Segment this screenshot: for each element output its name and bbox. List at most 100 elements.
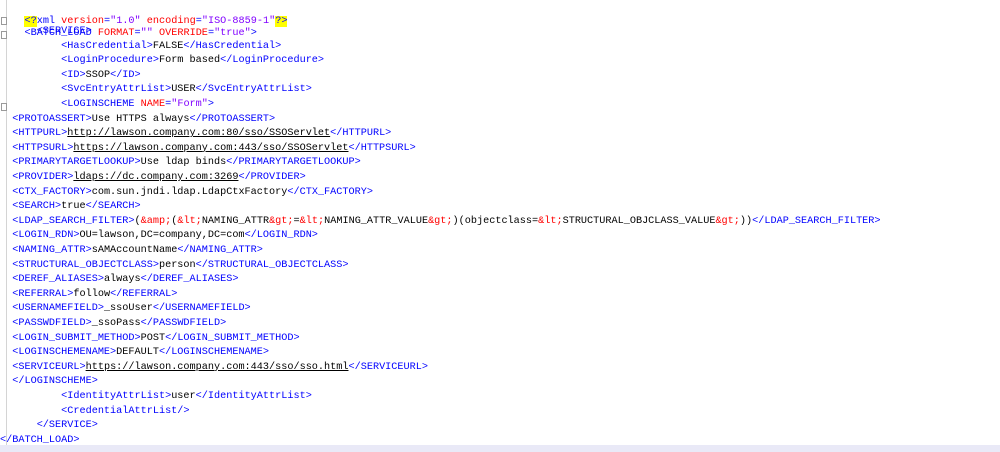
code-line[interactable]: <HTTPURL>http://lawson.company.com:80/ss… bbox=[0, 127, 1000, 141]
xml-entity: &amp; bbox=[140, 215, 172, 227]
xml-tag: <LOGIN_RDN> bbox=[12, 230, 80, 242]
code-line[interactable]: <LOGIN_RDN>OU=lawson,DC=company,DC=com</… bbox=[0, 229, 1000, 243]
code-line[interactable]: <CTX_FACTORY>com.sun.jndi.ldap.LdapCtxFa… bbox=[0, 186, 1000, 200]
code-line[interactable]: <SEARCH>true</SEARCH> bbox=[0, 200, 1000, 214]
xml-tag: <USERNAMEFIELD> bbox=[12, 303, 104, 315]
code-line[interactable]: <LDAP_SEARCH_FILTER>(&amp;(&lt;NAMING_AT… bbox=[0, 215, 1000, 229]
text-content: Use HTTPS always bbox=[91, 113, 190, 125]
code-line[interactable]: </SERVICE> bbox=[0, 419, 1000, 433]
xml-tag: <LOGINSCHEMENAME> bbox=[12, 347, 117, 359]
url-link[interactable]: https://lawson.company.com:443/sso/SSOSe… bbox=[73, 143, 348, 154]
xml-tag: <HTTPSURL> bbox=[12, 142, 74, 154]
xml-entity: &gt; bbox=[428, 215, 453, 227]
xml-tag: <CTX_FACTORY> bbox=[12, 186, 92, 198]
xml-tag: <PROTOASSERT> bbox=[12, 113, 92, 125]
text-content: Use ldap binds bbox=[140, 157, 227, 169]
code-line[interactable]: <REFERRAL>follow</REFERRAL> bbox=[0, 288, 1000, 302]
xml-tag: <LDAP_SEARCH_FILTER> bbox=[12, 215, 135, 227]
code-line[interactable]: <HasCredential>FALSE</HasCredential> bbox=[0, 40, 1000, 54]
xml-tag: </LOGINSCHEME> bbox=[12, 376, 98, 388]
code-line[interactable]: <LOGIN_SUBMIT_METHOD>POST</LOGIN_SUBMIT_… bbox=[0, 332, 1000, 346]
code-line[interactable]: <PROTOASSERT>Use HTTPS always</PROTOASSE… bbox=[0, 113, 1000, 127]
text-content: NAMING_ATTR_VALUE bbox=[324, 215, 429, 227]
xml-entity: &lt; bbox=[538, 215, 563, 227]
text-content: always bbox=[103, 274, 141, 286]
text-content: NAMING_ATTR bbox=[201, 215, 270, 227]
code-line[interactable]: <ID>SSOP</ID> bbox=[0, 69, 1000, 83]
xml-tag: </LDAP_SEARCH_FILTER> bbox=[752, 215, 881, 227]
code-line[interactable]: <LoginProcedure>Form based</LoginProcedu… bbox=[0, 54, 1000, 68]
xml-tag: <LOGIN_SUBMIT_METHOD> bbox=[12, 332, 141, 344]
xml-entity: &lt; bbox=[177, 215, 202, 227]
code-line[interactable]: <NAMING_ATTR>sAMAccountName</NAMING_ATTR… bbox=[0, 244, 1000, 258]
text-content: DEFAULT bbox=[116, 347, 159, 359]
text-content: true bbox=[61, 201, 86, 213]
xml-tag: <REFERRAL> bbox=[12, 288, 74, 300]
text-content: com.sun.jndi.ldap.LdapCtxFactory bbox=[91, 186, 288, 198]
url-link[interactable]: https://lawson.company.com:443/sso/sso.h… bbox=[86, 362, 349, 373]
text-content: Form based bbox=[158, 55, 221, 67]
url-link[interactable]: ldaps://dc.company.com:3269 bbox=[73, 172, 238, 183]
xml-tag: </LOGIN_SUBMIT_METHOD> bbox=[165, 332, 300, 344]
text-content: person bbox=[158, 259, 196, 271]
code-line[interactable]: <CredentialAttrList/> bbox=[0, 405, 1000, 419]
code-line[interactable]: <SERVICE> bbox=[0, 25, 1000, 39]
xml-tag: </STRUCTURAL_OBJECTCLASS> bbox=[195, 259, 349, 271]
code-line[interactable]: <IdentityAttrList>user</IdentityAttrList… bbox=[0, 390, 1000, 404]
code-line[interactable]: <SvcEntryAttrList>USER</SvcEntryAttrList… bbox=[0, 83, 1000, 97]
code-line[interactable]: <DEREF_ALIASES>always</DEREF_ALIASES> bbox=[0, 273, 1000, 287]
xml-tag: <ID> bbox=[61, 69, 86, 81]
url-link[interactable]: http://lawson.company.com:80/sso/SSOServ… bbox=[67, 128, 330, 139]
xml-tag: </USERNAMEFIELD> bbox=[152, 303, 251, 315]
code-line[interactable]: <HTTPSURL>https://lawson.company.com:443… bbox=[0, 142, 1000, 156]
code-line[interactable]: <SERVICEURL>https://lawson.company.com:4… bbox=[0, 361, 1000, 375]
xml-tag: <IdentityAttrList> bbox=[61, 391, 172, 402]
text-content: _ssoUser bbox=[103, 303, 153, 315]
code-line[interactable]: <USERNAMEFIELD>_ssoUser</USERNAMEFIELD> bbox=[0, 302, 1000, 316]
xml-tag: > bbox=[207, 99, 215, 110]
xml-editor[interactable]: <?xml version="1.0" encoding="ISO-8859-1… bbox=[0, 0, 1000, 452]
text-content: _ssoPass bbox=[91, 318, 141, 329]
xml-tag: </HTTPSURL> bbox=[348, 142, 416, 154]
code-line[interactable]: <LOGINSCHEME NAME="Form"> bbox=[0, 98, 1000, 112]
xml-tag: </CTX_FACTORY> bbox=[287, 186, 373, 198]
xml-tag: </SERVICE> bbox=[36, 420, 98, 432]
attribute-name: NAME bbox=[140, 99, 166, 110]
xml-tag: </PROVIDER> bbox=[238, 172, 306, 183]
code-line[interactable]: <PASSWDFIELD>_ssoPass</PASSWDFIELD> bbox=[0, 317, 1000, 331]
xml-tag: </PROTOASSERT> bbox=[189, 113, 276, 125]
code-line[interactable]: <PRIMARYTARGETLOOKUP>Use ldap binds</PRI… bbox=[0, 156, 1000, 170]
code-line[interactable]: <PROVIDER>ldaps://dc.company.com:3269</P… bbox=[0, 171, 1000, 185]
xml-tag: </SERVICEURL> bbox=[348, 361, 428, 373]
code-line[interactable]: <LOGINSCHEMENAME>DEFAULT</LOGINSCHEMENAM… bbox=[0, 346, 1000, 360]
text-content: USER bbox=[171, 84, 196, 96]
xml-tag: </SvcEntryAttrList> bbox=[195, 84, 312, 96]
xml-tag: <SvcEntryAttrList> bbox=[61, 84, 172, 96]
xml-tag: </DEREF_ALIASES> bbox=[140, 274, 239, 286]
text-content: OU=lawson,DC=company,DC=com bbox=[79, 230, 245, 242]
code-line[interactable]: <STRUCTURAL_OBJECTCLASS>person</STRUCTUR… bbox=[0, 259, 1000, 273]
xml-tag: <NAMING_ATTR> bbox=[12, 245, 92, 256]
xml-tag: <SERVICEURL> bbox=[12, 361, 86, 373]
code-line[interactable]: </LOGINSCHEME> bbox=[0, 375, 1000, 389]
xml-tag: </LOGIN_RDN> bbox=[244, 230, 318, 242]
text-content: FALSE bbox=[152, 40, 184, 52]
xml-tag: </HTTPURL> bbox=[330, 128, 392, 140]
xml-tag: <SEARCH> bbox=[12, 201, 62, 213]
